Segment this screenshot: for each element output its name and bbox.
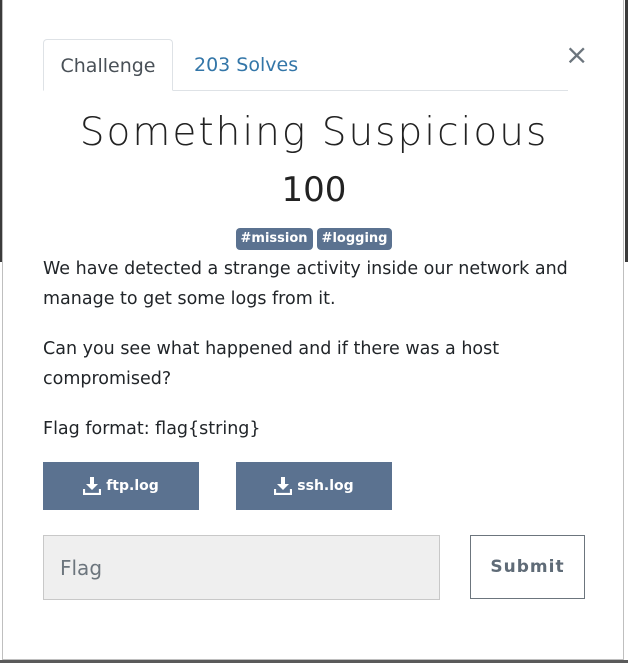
challenge-description: We have detected a strange activity insi… (43, 254, 583, 464)
tab-challenge[interactable]: Challenge (43, 39, 173, 91)
flag-input[interactable] (43, 535, 440, 600)
submit-button[interactable]: Submit (470, 535, 585, 599)
tab-solves[interactable]: 203 Solves (174, 39, 318, 91)
download-ftp-log-button[interactable]: ftp.log (43, 462, 199, 510)
close-icon[interactable]: × (565, 40, 588, 70)
download-icon (83, 477, 102, 495)
description-paragraph: We have detected a strange activity insi… (43, 259, 568, 309)
description-paragraph: Can you see what happened and if there w… (43, 339, 500, 389)
download-icon (274, 477, 293, 495)
challenge-points: 100 (281, 170, 347, 210)
description-paragraph: Flag format: flag{string} (43, 419, 261, 439)
challenge-title: Something Suspicious (79, 110, 549, 155)
download-ssh-log-button[interactable]: ssh.log (236, 462, 392, 510)
tag-badge: #logging (316, 228, 393, 250)
challenge-tags: #mission #logging (3, 228, 625, 250)
file-label: ssh.log (297, 478, 354, 494)
tag-badge: #mission (235, 228, 313, 250)
file-label: ftp.log (106, 478, 159, 494)
challenge-modal: Challenge 203 Solves × Something Suspici… (2, 0, 624, 660)
modal-tabs: Challenge 203 Solves (43, 39, 568, 91)
